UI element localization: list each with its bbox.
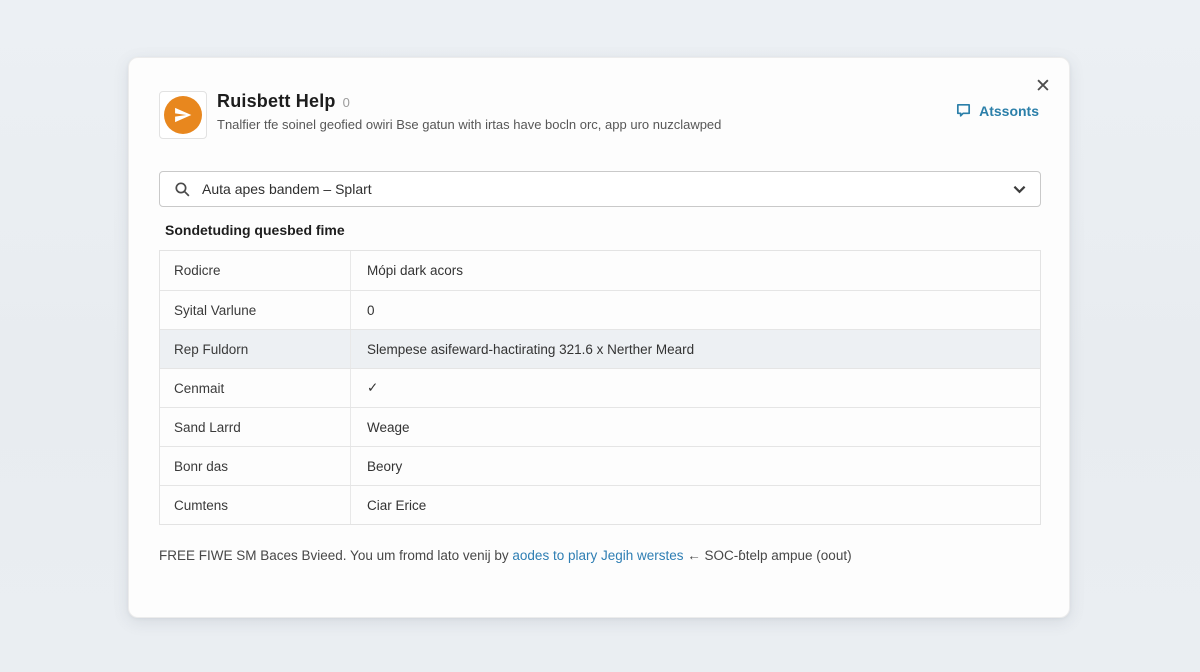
search-combobox[interactable]: Auta apes bandem – Splart <box>159 171 1041 207</box>
row-value: Slempese asifeward-hactirating 321.6 x N… <box>350 330 1040 368</box>
footer-note: FREE FIWE SM Baces Bvieed. You um fromd … <box>159 548 1041 563</box>
dialog-header: Ruisbett Help 0 Tnalfier tfe soinel geof… <box>217 91 721 132</box>
chevron-down-icon <box>1013 185 1026 194</box>
row-value: Mópi dark acors <box>350 251 1040 290</box>
help-dialog: Ruisbett Help 0 Tnalfier tfe soinel geof… <box>128 57 1070 618</box>
accounts-link-label: Atssonts <box>979 103 1039 119</box>
table-row: Bonr das Beory <box>160 446 1040 485</box>
row-label: Cumtens <box>160 486 350 524</box>
row-value: Ciar Erice <box>350 486 1040 524</box>
dialog-title: Ruisbett Help <box>217 91 336 112</box>
search-input-value: Auta apes bandem – Splart <box>202 181 1013 197</box>
desktop-background: { "colors": { "accent_orange": "#E8871E"… <box>0 0 1200 672</box>
speech-bubble-icon <box>955 102 972 119</box>
row-label: Rep Fuldorn <box>160 330 350 368</box>
app-logo-frame <box>159 91 207 139</box>
close-icon: ✕ <box>1035 75 1051 98</box>
row-value: Weage <box>350 408 1040 446</box>
row-value: Beory <box>350 447 1040 485</box>
send-arrow-icon <box>164 96 202 134</box>
title-count-badge: 0 <box>343 95 350 110</box>
table-row-highlighted: Rep Fuldorn Slempese asifeward-hactirati… <box>160 329 1040 368</box>
section-title: Sondetuding quesbed fime <box>165 222 345 238</box>
details-table: Rodicre Mópi dark acors Syital Varlune 0… <box>159 250 1041 525</box>
row-label: Sand Larrd <box>160 408 350 446</box>
row-label: Syital Varlune <box>160 291 350 329</box>
row-value: 0 <box>350 291 1040 329</box>
close-button[interactable]: ✕ <box>1029 72 1057 100</box>
footer-text-after: ← SOC-ɓtelp ampue (oout) <box>684 548 852 563</box>
row-value checkmark: ✓ <box>350 369 1040 407</box>
row-label: Rodicre <box>160 251 350 290</box>
row-label: Cenmait <box>160 369 350 407</box>
accounts-link[interactable]: Atssonts <box>955 102 1039 119</box>
table-row: Sand Larrd Weage <box>160 407 1040 446</box>
footer-text-before: FREE FIWE SM Baces Bvieed. You um fromd … <box>159 548 512 563</box>
search-icon <box>174 181 191 198</box>
footer-link[interactable]: aodes to plary Jegih werstes <box>512 548 683 563</box>
dialog-subtitle: Tnalfier tfe soinel geofied owiri Bse ga… <box>217 117 721 132</box>
table-row: Cumtens Ciar Erice <box>160 485 1040 524</box>
table-row: Rodicre Mópi dark acors <box>160 251 1040 290</box>
table-row: Cenmait ✓ <box>160 368 1040 407</box>
row-label: Bonr das <box>160 447 350 485</box>
table-row: Syital Varlune 0 <box>160 290 1040 329</box>
